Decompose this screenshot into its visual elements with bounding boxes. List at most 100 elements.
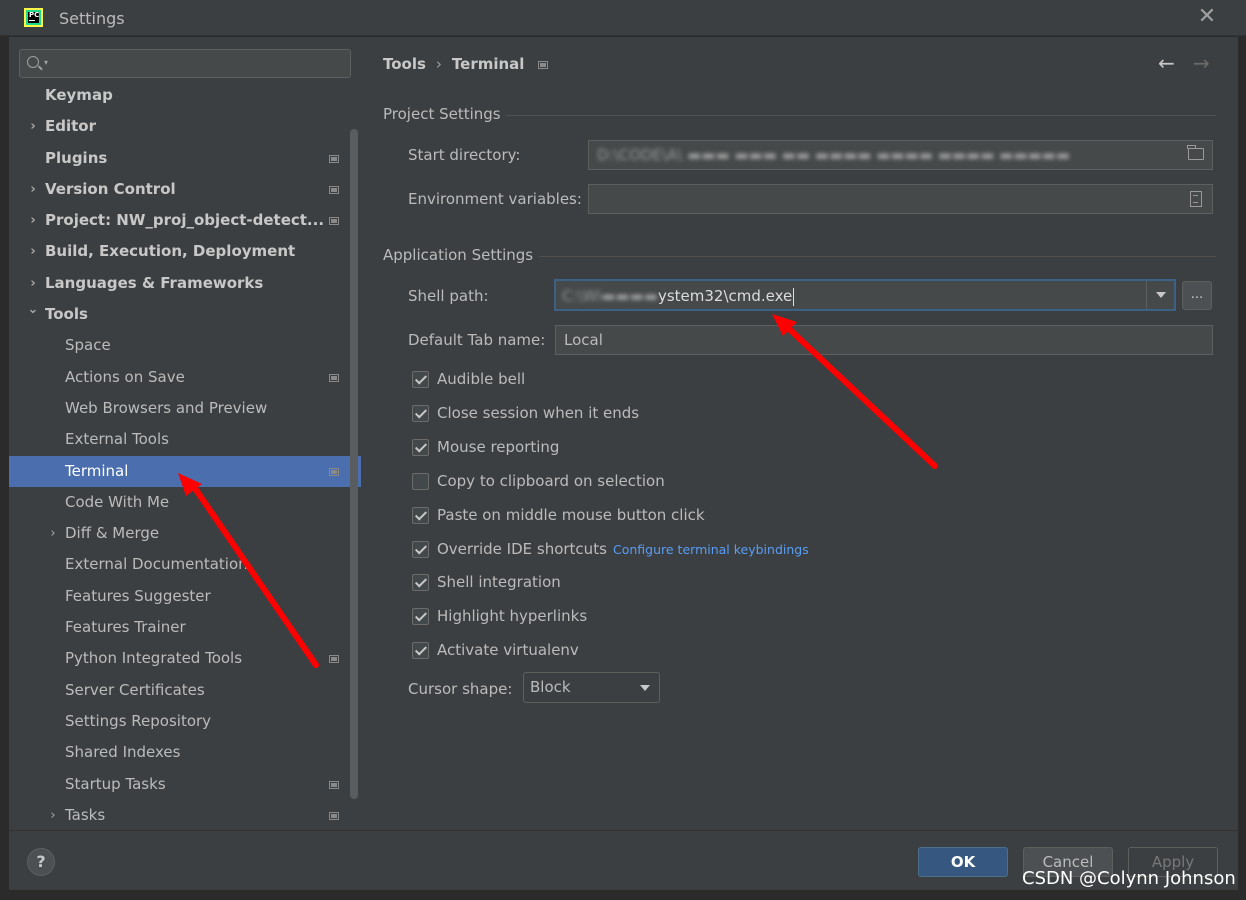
sidebar-item-terminal[interactable]: Terminal [9,455,361,487]
breadcrumb-separator: › [435,55,442,73]
sidebar-item-label: Settings Repository [65,711,212,730]
project-scope-icon [329,780,339,789]
watermark: CSDN @Colynn Johnson [1022,868,1236,889]
sidebar-item-settings-repository[interactable]: Settings Repository [9,706,361,737]
sidebar-item-project-nw-proj-object-detect[interactable]: › Project: NW_proj_object-detect... [9,205,361,236]
sidebar-item-server-certificates[interactable]: Server Certificates [9,675,361,706]
ok-button[interactable]: OK [918,847,1008,877]
help-button[interactable]: ? [27,848,55,876]
sidebar-item-label: Code With Me [65,492,170,511]
sidebar-item-label: Build, Execution, Deployment [45,242,296,261]
cursor-shape-value: Block [530,678,571,696]
sidebar-item-external-tools[interactable]: External Tools [9,424,361,455]
project-scope-icon [329,811,339,820]
sidebar-item-label: Features Trainer [65,618,186,637]
sidebar-item-version-control[interactable]: › Version Control [9,174,361,205]
breadcrumb-parent[interactable]: Tools [383,55,426,73]
cursor-shape-label: Cursor shape: [408,680,513,698]
folder-icon[interactable] [1187,145,1204,160]
sidebar-item-web-browsers-and-preview[interactable]: Web Browsers and Preview [9,393,361,424]
shell-path-dropdown-button[interactable] [1146,281,1174,309]
chevron-right-icon[interactable]: › [27,236,39,267]
document-icon[interactable] [1190,191,1202,207]
chevron-right-icon[interactable]: › [27,111,39,142]
sidebar-item-space[interactable]: Space [9,330,361,361]
sidebar-item-label: Plugins [45,148,108,167]
settings-sidebar: ▾ Keymap › Editor Plugins › Version Control › P… [9,37,361,830]
checkbox-label: Copy to clipboard on selection [437,471,665,490]
checkbox[interactable] [412,506,429,524]
chevron-right-icon[interactable]: › [47,518,59,549]
sidebar-item-label: Project: NW_proj_object-detect... [45,211,325,230]
default-tab-name-field[interactable]: Local [555,325,1213,355]
start-directory-value-blurred: D:\CODE\A\ ▬▬▬ ▬▬▬ ▬▬ ▬▬▬▬ ▬▬▬▬ ▬▬▬▬ ▬▬▬… [597,146,1071,164]
checkbox[interactable] [412,540,429,558]
chevron-down-icon[interactable]: ⌄ [27,294,39,325]
sidebar-item-features-trainer[interactable]: Features Trainer [9,612,361,643]
arrow-left-icon[interactable]: ← [1158,51,1175,75]
checkbox[interactable] [412,371,429,388]
checkbox[interactable] [412,472,429,490]
checkbox-label: Mouse reporting [437,437,560,456]
environment-variables-field[interactable] [588,184,1213,214]
sidebar-item-label: Editor [45,117,96,136]
sidebar-item-external-documentation[interactable]: External Documentation [9,549,361,580]
sidebar-item-features-suggester[interactable]: Features Suggester [9,581,361,612]
sidebar-item-label: Languages & Frameworks [45,273,264,292]
sidebar-item-shared-indexes[interactable]: Shared Indexes [9,737,361,768]
settings-content: Tools › Terminal ← → Project Settings Star… [361,37,1238,830]
start-directory-field[interactable]: D:\CODE\A\ ▬▬▬ ▬▬▬ ▬▬ ▬▬▬▬ ▬▬▬▬ ▬▬▬▬ ▬▬▬… [588,140,1213,170]
shell-path-combobox[interactable]: C:\Wi▬▬▬▬ystem32\cmd.exe [554,279,1176,311]
sidebar-item-label: Web Browsers and Preview [65,398,268,417]
browse-shell-button[interactable]: ... [1182,281,1212,310]
checkbox[interactable] [412,574,429,592]
start-directory-label: Start directory: [408,146,521,164]
arrow-right-icon[interactable]: → [1193,51,1210,75]
sidebar-item-actions-on-save[interactable]: Actions on Save [9,362,361,393]
default-tab-name-value: Local [564,331,603,349]
search-input[interactable]: ▾ [19,49,351,78]
breadcrumb-current: Terminal [451,55,525,73]
window-title: Settings [59,9,125,28]
sidebar-item-keymap[interactable]: Keymap [9,80,361,111]
sidebar-item-label: Keymap [45,86,113,104]
sidebar-item-label: Shared Indexes [65,743,181,762]
checkbox[interactable] [412,438,429,456]
checkbox[interactable] [412,608,429,626]
chevron-right-icon[interactable]: › [27,205,39,236]
project-scope-icon [329,154,339,163]
sidebar-item-label: Tasks [65,805,106,824]
chevron-right-icon[interactable]: › [27,174,39,205]
sidebar-item-startup-tasks[interactable]: Startup Tasks [9,769,361,800]
shell-path-value[interactable]: C:\Wi▬▬▬▬ystem32\cmd.exe [562,285,795,307]
checkbox[interactable] [412,404,429,422]
sidebar-scrollbar[interactable] [350,129,358,799]
sidebar-item-editor[interactable]: › Editor [9,111,361,142]
checkbox[interactable] [412,642,429,660]
sidebar-item-languages-frameworks[interactable]: › Languages & Frameworks [9,268,361,299]
sidebar-item-label: Startup Tasks [65,774,166,793]
application-settings-title: Application Settings [383,246,534,264]
sidebar-item-tools[interactable]: ⌄ Tools [9,299,361,330]
shell-path-prefix-blurred: C:\Wi▬▬▬▬ [562,287,658,305]
checkbox-label: Activate virtualenv [437,641,579,660]
project-settings-title: Project Settings [383,105,501,123]
sidebar-item-diff-merge[interactable]: › Diff & Merge [9,518,361,549]
environment-variables-label: Environment variables: [408,190,582,208]
configure-keybindings-link[interactable]: Configure terminal keybindings [613,542,809,557]
title-bar: PC Settings ✕ [0,0,1246,36]
sidebar-item-tasks[interactable]: › Tasks [9,800,361,831]
sidebar-item-build-execution-deployment[interactable]: › Build, Execution, Deployment [9,236,361,267]
cursor-shape-select[interactable]: Block [523,672,660,703]
sidebar-item-label: Space [65,336,111,355]
sidebar-item-label: Terminal [65,461,129,480]
project-scope-icon [538,61,548,69]
chevron-right-icon[interactable]: › [47,800,59,831]
close-icon[interactable]: ✕ [1197,6,1217,28]
checkbox-label: Paste on middle mouse button click [437,505,705,524]
sidebar-item-plugins[interactable]: Plugins [9,143,361,174]
search-icon [27,56,39,68]
sidebar-item-python-integrated-tools[interactable]: Python Integrated Tools [9,643,361,674]
sidebar-item-label: External Tools [65,430,169,449]
sidebar-item-code-with-me[interactable]: Code With Me [9,487,361,518]
